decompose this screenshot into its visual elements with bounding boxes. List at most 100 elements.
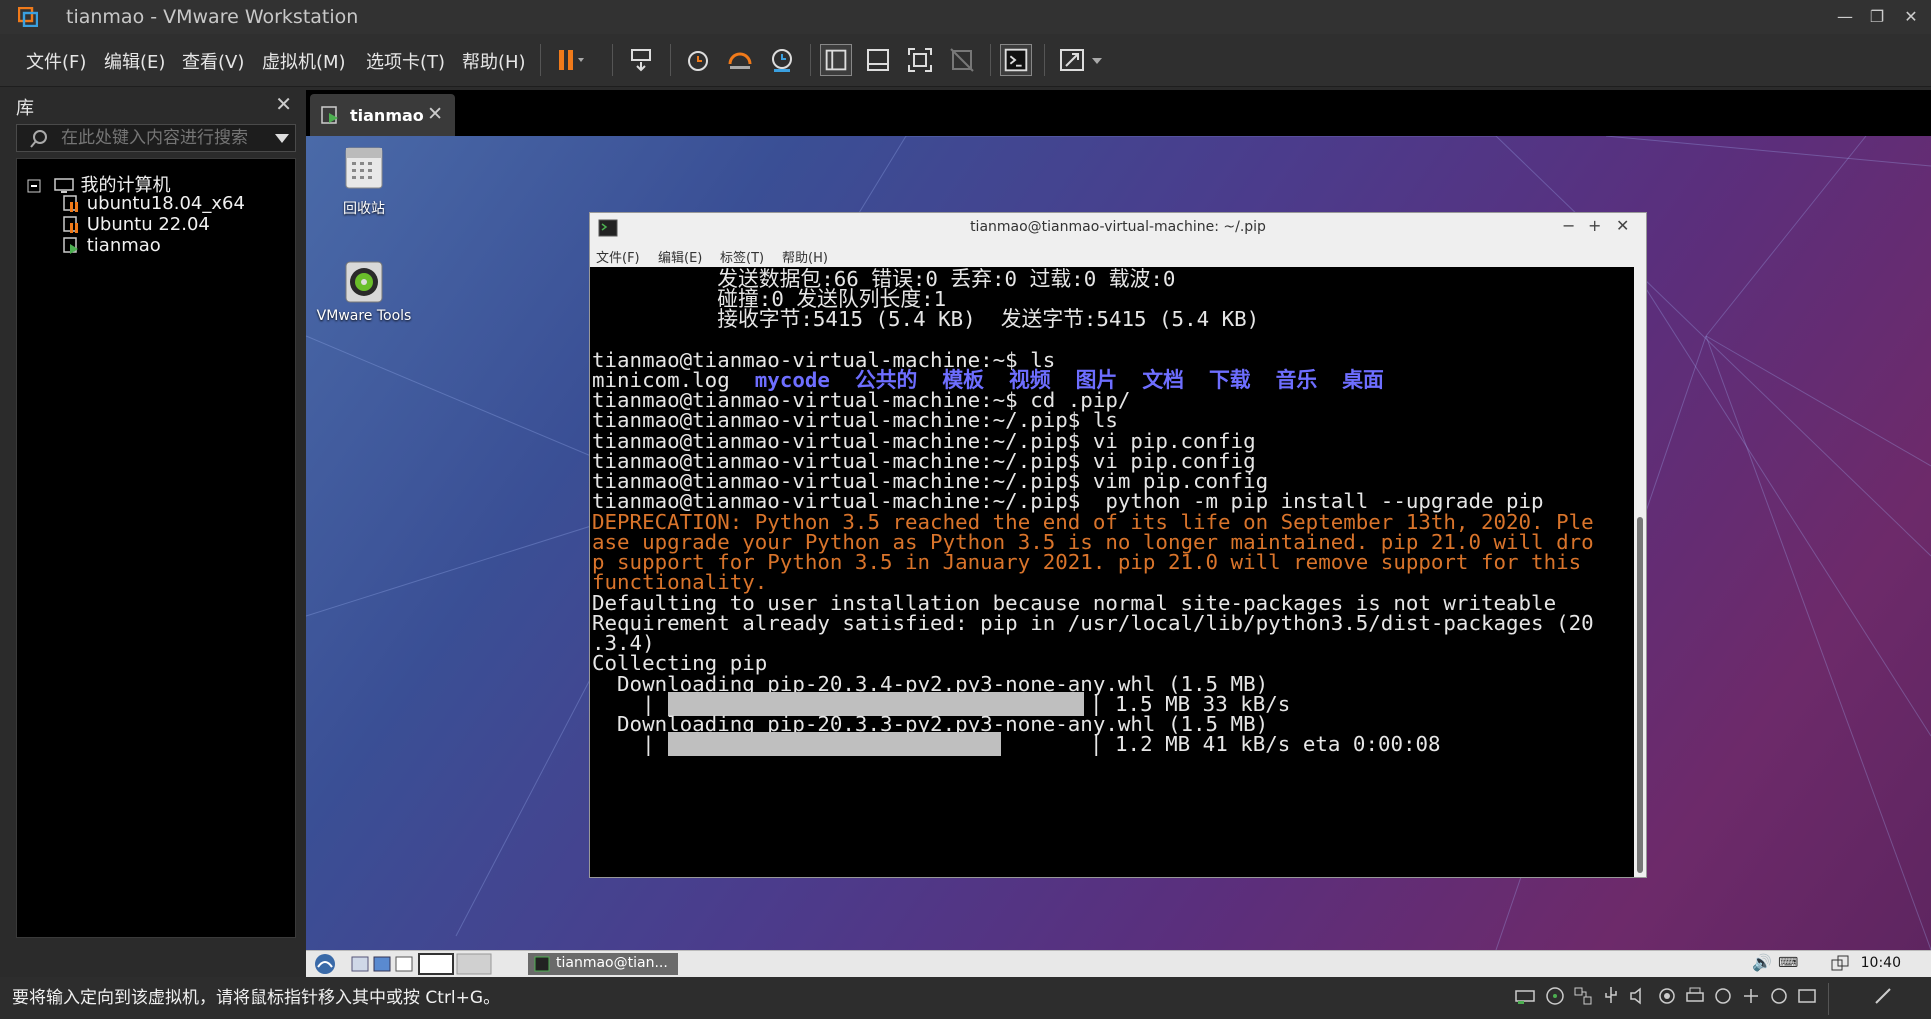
hard-disk-icon[interactable] bbox=[1514, 985, 1536, 1007]
search-dropdown-icon[interactable] bbox=[275, 134, 289, 143]
status-bar: 要将输入定向到该虚拟机，请将鼠标指针移入其中或按 Ctrl+G。 bbox=[0, 977, 1931, 1019]
terminal-scrollbar[interactable] bbox=[1634, 267, 1646, 877]
toolbar-separator bbox=[1044, 44, 1045, 76]
close-library-button[interactable]: ✕ bbox=[275, 92, 292, 116]
collapse-icon[interactable] bbox=[27, 179, 41, 193]
show-library-icon[interactable] bbox=[820, 44, 852, 76]
close-window-button[interactable]: ✕ bbox=[1896, 6, 1926, 28]
snapshot-icon[interactable] bbox=[682, 44, 714, 76]
close-tab-button[interactable]: ✕ bbox=[427, 103, 443, 125]
terminal-line: Requirement already satisfied: pip in /u… bbox=[592, 611, 1594, 635]
send-keys-icon[interactable] bbox=[626, 44, 658, 76]
menu-tabs[interactable]: 选项卡(T) bbox=[366, 48, 445, 74]
tree-item-label: tianmao bbox=[86, 235, 161, 256]
terminal-menu-help[interactable]: 帮助(H) bbox=[782, 247, 828, 266]
chevron-down-icon[interactable] bbox=[1090, 44, 1104, 76]
vm-running-icon bbox=[63, 237, 78, 254]
progress-text: | 1.2 MB 41 kB/s eta 0:00:08 bbox=[1090, 732, 1441, 756]
status-message: 要将输入定向到该虚拟机，请将鼠标指针移入其中或按 Ctrl+G。 bbox=[12, 988, 501, 1008]
volume-icon[interactable]: 🔊 bbox=[1752, 953, 1772, 972]
guest-taskbar: tianmao@tian... 🔊 ⌨ 10:40 bbox=[306, 950, 1931, 977]
start-menu-icon[interactable] bbox=[312, 953, 338, 975]
network-adapter-icon[interactable] bbox=[1572, 985, 1594, 1007]
terminal-title: tianmao@tianmao-virtual-machine: ~/.pip bbox=[970, 219, 1266, 235]
progress-bar-fill bbox=[668, 732, 1001, 756]
progress-line: | bbox=[592, 732, 655, 756]
scrollbar-thumb[interactable] bbox=[1637, 517, 1643, 873]
file-manager-icon[interactable] bbox=[350, 954, 370, 974]
library-search-input[interactable] bbox=[61, 127, 261, 149]
stretch-view-icon[interactable] bbox=[1056, 44, 1088, 76]
full-screen-icon[interactable] bbox=[904, 44, 936, 76]
search-icon bbox=[30, 130, 47, 148]
menu-edit[interactable]: 编辑(E) bbox=[104, 48, 165, 74]
floppy-icon[interactable] bbox=[1712, 985, 1734, 1007]
display-icon[interactable] bbox=[1796, 985, 1818, 1007]
terminal-output[interactable]: 发送数据包:66 错误:0 丢弃:0 过载:0 载波:0 碰撞:0 发送队列长度… bbox=[590, 267, 1634, 877]
window-list-icon[interactable] bbox=[394, 954, 414, 974]
menu-help[interactable]: 帮助(H) bbox=[462, 48, 526, 74]
ls-dir: 下载 bbox=[1208, 368, 1251, 392]
taskbar-task-label: tianmao@tian... bbox=[556, 955, 668, 971]
tree-item-ubuntu1804[interactable]: ubuntu18.04_x64 bbox=[61, 193, 245, 214]
guest-desktop[interactable]: 回收站 VMware Tools tianmao@tianmao-virtual… bbox=[306, 136, 1931, 950]
terminal-menu-edit[interactable]: 编辑(E) bbox=[658, 247, 702, 266]
usb-icon[interactable] bbox=[1600, 985, 1622, 1007]
snapshot-manager-icon[interactable] bbox=[766, 44, 798, 76]
terminal-maximize-button[interactable]: + bbox=[1588, 216, 1601, 235]
terminal-app-icon bbox=[534, 956, 550, 972]
terminal-minimize-button[interactable]: − bbox=[1562, 216, 1575, 235]
desktop-icon-label: VMware Tools bbox=[316, 308, 412, 324]
minimize-button[interactable]: — bbox=[1830, 6, 1860, 28]
vmware-logo-icon bbox=[18, 7, 38, 27]
window-title: tianmao - VMware Workstation bbox=[66, 6, 359, 28]
fit-window-icon[interactable] bbox=[1872, 985, 1894, 1007]
menu-file[interactable]: 文件(F) bbox=[26, 48, 86, 74]
cd-drive-icon[interactable] bbox=[1544, 985, 1566, 1007]
taskbar-clock: 10:40 bbox=[1860, 955, 1901, 971]
vm-paused-icon bbox=[63, 195, 78, 212]
tab-tianmao[interactable]: tianmao ✕ bbox=[310, 94, 455, 136]
revert-snapshot-icon[interactable] bbox=[724, 44, 756, 76]
window-titlebar: tianmao - VMware Workstation — ❐ ✕ bbox=[0, 0, 1931, 34]
tree-item-tianmao[interactable]: tianmao bbox=[61, 235, 161, 256]
sound-card-icon[interactable] bbox=[1628, 985, 1650, 1007]
thumbnail-bar-icon[interactable] bbox=[862, 44, 894, 76]
desktop-switch-icon[interactable] bbox=[1830, 954, 1850, 974]
menu-vm[interactable]: 虚拟机(M) bbox=[262, 48, 346, 74]
printer-icon[interactable] bbox=[1684, 985, 1706, 1007]
unity-icon[interactable] bbox=[946, 44, 978, 76]
bluetooth-icon[interactable] bbox=[1768, 985, 1790, 1007]
terminal-window[interactable]: tianmao@tianmao-virtual-machine: ~/.pip … bbox=[589, 212, 1647, 878]
ls-dir: 音乐 bbox=[1275, 368, 1318, 392]
menu-toolbar: 文件(F) 编辑(E) 查看(V) 虚拟机(M) 选项卡(T) 帮助(H) bbox=[0, 34, 1931, 87]
library-search[interactable] bbox=[16, 124, 296, 152]
workspace-1-icon[interactable] bbox=[418, 953, 454, 975]
workspace-2-icon[interactable] bbox=[456, 953, 492, 975]
serial-port-icon[interactable] bbox=[1740, 985, 1762, 1007]
toolbar-separator bbox=[540, 44, 541, 76]
console-view-icon[interactable] bbox=[1000, 44, 1032, 76]
toolbar-separator bbox=[612, 44, 613, 76]
camera-icon[interactable] bbox=[1656, 985, 1678, 1007]
terminal-close-button[interactable]: ✕ bbox=[1616, 216, 1629, 235]
tree-item-label: Ubuntu 22.04 bbox=[86, 214, 210, 235]
vm-running-icon bbox=[321, 106, 338, 124]
keyboard-icon[interactable]: ⌨ bbox=[1778, 955, 1798, 971]
terminal-titlebar[interactable]: tianmao@tianmao-virtual-machine: ~/.pip … bbox=[590, 213, 1646, 243]
tab-label: tianmao bbox=[350, 106, 424, 125]
terminal-line: 接收字节:5415 (5.4 KB) 发送字节:5415 (5.4 KB) bbox=[592, 307, 1260, 331]
tree-item-ubuntu2204[interactable]: Ubuntu 22.04 bbox=[61, 214, 210, 235]
maximize-button[interactable]: ❐ bbox=[1862, 6, 1892, 28]
pause-icon[interactable] bbox=[552, 44, 584, 76]
disc-icon[interactable] bbox=[340, 258, 388, 306]
terminal-menu-tabs[interactable]: 标签(T) bbox=[720, 247, 764, 266]
browser-icon[interactable] bbox=[372, 954, 392, 974]
terminal-menubar: 文件(F) 编辑(E) 标签(T) 帮助(H) bbox=[590, 243, 1646, 268]
trash-icon[interactable] bbox=[340, 144, 388, 192]
terminal-menu-file[interactable]: 文件(F) bbox=[596, 247, 640, 266]
menu-view[interactable]: 查看(V) bbox=[182, 48, 244, 74]
vm-paused-icon bbox=[63, 216, 78, 233]
ls-dir: 文档 bbox=[1142, 368, 1184, 392]
taskbar-task-terminal[interactable]: tianmao@tian... bbox=[528, 953, 678, 975]
